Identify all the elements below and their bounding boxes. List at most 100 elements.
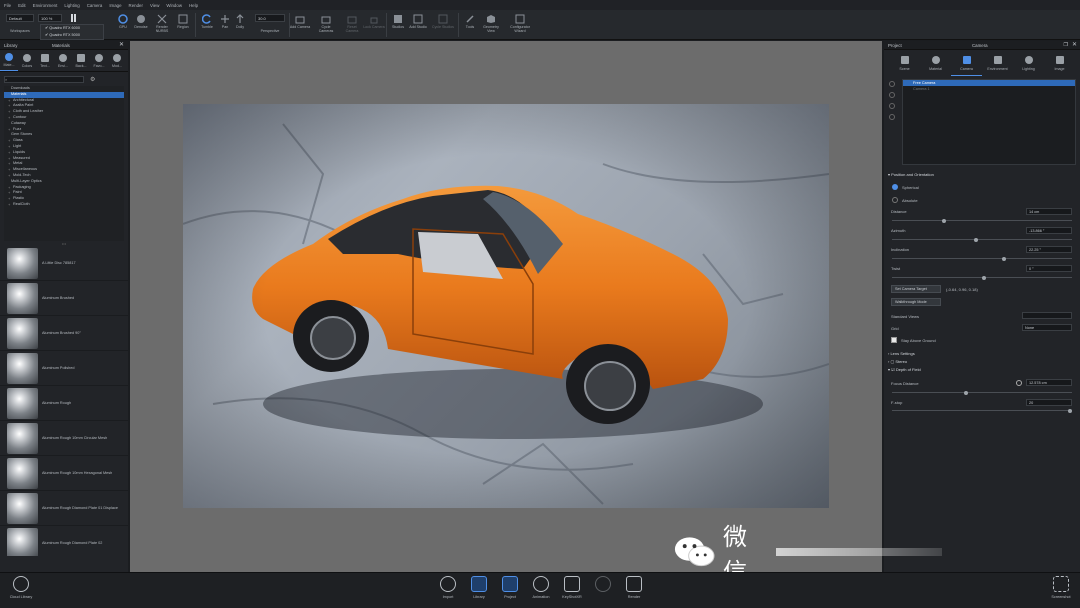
- geometry-view-button[interactable]: Geometry View: [480, 12, 502, 38]
- stay-above-ground-checkbox[interactable]: [891, 337, 897, 343]
- configurator-wizard-button[interactable]: Configurator Wizard: [506, 12, 534, 38]
- duplicate-camera-icon[interactable]: [889, 92, 895, 98]
- menu-camera[interactable]: Camera: [87, 3, 103, 8]
- close-icon[interactable]: ✕: [1072, 41, 1077, 50]
- studios-button[interactable]: Studios: [387, 12, 409, 38]
- library-button[interactable]: Library: [466, 576, 492, 606]
- tab-scene[interactable]: Scene: [889, 56, 920, 76]
- walkthrough-mode-button[interactable]: Walkthrough Mode: [891, 298, 941, 306]
- material-thumbnail-item[interactable]: A Little Disc 785817: [0, 246, 128, 281]
- distance-slider[interactable]: [892, 218, 1072, 223]
- material-thumbnail-item[interactable]: Aluminum Rough Diamond Plate 02: [0, 526, 128, 556]
- set-camera-target-button[interactable]: Set Camera Target: [891, 285, 941, 293]
- keyshotxr-button[interactable]: KeyShotXR: [559, 576, 585, 606]
- section-stereo[interactable]: › ▢ Stereo: [888, 359, 907, 364]
- menu-environment[interactable]: Environment: [33, 3, 58, 8]
- menu-lighting[interactable]: Lighting: [64, 3, 79, 8]
- add-camera-icon[interactable]: [889, 81, 895, 87]
- fstop-slider-knob[interactable]: [1068, 408, 1072, 413]
- section-lens-settings[interactable]: › Lens Settings: [888, 351, 915, 356]
- region-button[interactable]: Region: [172, 12, 194, 38]
- twist-input[interactable]: 0 °: [1026, 265, 1072, 272]
- fstop-input[interactable]: 20: [1026, 399, 1072, 406]
- tab-material[interactable]: Material: [920, 56, 951, 76]
- inclination-slider[interactable]: [892, 256, 1072, 261]
- gpu-dropdown[interactable]: ✔ Quadro RTX 6000 ✔ Quadro RTX 5000: [40, 24, 104, 40]
- material-thumbnail-item[interactable]: Aluminum Brushed: [0, 281, 128, 316]
- tab-backplates[interactable]: Back...: [72, 50, 90, 71]
- lock-camera-button[interactable]: Lock Camera: [363, 12, 385, 38]
- tab-environments[interactable]: Envi...: [54, 50, 72, 71]
- render-image[interactable]: [183, 104, 829, 508]
- material-thumbnail-item[interactable]: Aluminum Rough Diamond Plate 01 Displace: [0, 491, 128, 526]
- twist-slider[interactable]: [892, 275, 1072, 280]
- tools-button[interactable]: Tools: [459, 12, 481, 38]
- cloud-library-button[interactable]: Cloud Library: [6, 576, 36, 606]
- tab-materials[interactable]: Mate...: [0, 50, 18, 71]
- lock-camera-icon[interactable]: [889, 114, 895, 120]
- azimuth-slider-knob[interactable]: [974, 237, 978, 242]
- focus-distance-input[interactable]: 12.578 cm: [1026, 379, 1072, 386]
- material-thumbnail-item[interactable]: Aluminum Polished: [0, 351, 128, 386]
- add-studio-button[interactable]: Add Studio: [407, 12, 429, 38]
- menu-window[interactable]: Window: [166, 3, 182, 8]
- cycle-cameras-button[interactable]: Cycle Cameras: [315, 12, 337, 38]
- expand-icon[interactable]: +: [8, 202, 10, 208]
- tab-textures[interactable]: Text...: [36, 50, 54, 71]
- import-button[interactable]: Import: [435, 576, 461, 606]
- library-search-input[interactable]: ⌕: [4, 75, 84, 83]
- tree-item[interactable]: + RealCloth: [4, 202, 124, 208]
- dolly-button[interactable]: Dolly: [229, 12, 251, 38]
- tab-colors[interactable]: Colors: [18, 50, 36, 71]
- tab-camera[interactable]: Camera: [951, 56, 982, 76]
- standard-views-select[interactable]: [1022, 312, 1072, 319]
- fstop-slider[interactable]: [892, 408, 1072, 413]
- focus-distance-slider[interactable]: [892, 390, 1072, 395]
- material-thumbnail-item[interactable]: Aluminum Brushed 90°: [0, 316, 128, 351]
- add-camera-button[interactable]: Add Camera: [289, 12, 311, 38]
- screenshot-button[interactable]: Screenshot: [1046, 576, 1076, 606]
- tab-lighting[interactable]: Lighting: [1013, 56, 1044, 76]
- material-thumbnail-item[interactable]: Aluminum Rough 10mm Circular Mesh: [0, 421, 128, 456]
- fov-input[interactable]: 30.0: [255, 14, 285, 22]
- workspace-select[interactable]: Default: [6, 14, 34, 22]
- perspective-label[interactable]: Perspective: [252, 29, 288, 33]
- azimuth-input[interactable]: -13.866 °: [1026, 227, 1072, 234]
- inclination-slider-knob[interactable]: [1002, 256, 1006, 261]
- render-button[interactable]: Render: [621, 576, 647, 606]
- focus-slider-knob[interactable]: [964, 390, 968, 395]
- radio-absolute[interactable]: [892, 197, 898, 203]
- grid-select[interactable]: None: [1022, 324, 1072, 331]
- inclination-input[interactable]: 22.25 °: [1026, 246, 1072, 253]
- zoom-select[interactable]: 100 %: [38, 14, 62, 22]
- twist-slider-knob[interactable]: [982, 275, 986, 280]
- tab-image[interactable]: Image: [1044, 56, 1075, 76]
- animation-button[interactable]: Animation: [528, 576, 554, 606]
- menu-file[interactable]: File: [4, 3, 11, 8]
- section-position[interactable]: ▾ Position and Orientation: [888, 172, 934, 177]
- menu-view[interactable]: View: [150, 3, 159, 8]
- distance-slider-knob[interactable]: [942, 218, 946, 223]
- gpu-option-2[interactable]: ✔ Quadro RTX 5000: [41, 32, 103, 39]
- focus-picker-icon[interactable]: [1016, 380, 1022, 386]
- section-depth-of-field[interactable]: ▾ ☑ Depth of Field: [888, 367, 921, 372]
- undock-icon[interactable]: ❐: [1064, 41, 1068, 50]
- tab-environment[interactable]: Environment: [982, 56, 1013, 76]
- render-nurbs-button[interactable]: Render NURBS: [151, 12, 173, 38]
- delete-camera-icon[interactable]: [889, 103, 895, 109]
- radio-spherical[interactable]: [892, 184, 898, 190]
- camera-list-item-1[interactable]: Camera 1: [903, 86, 1075, 92]
- menu-render[interactable]: Render: [129, 3, 143, 8]
- gpu-option-1[interactable]: ✔ Quadro RTX 6000: [41, 25, 103, 32]
- tab-favorites[interactable]: Favo...: [90, 50, 108, 71]
- menu-help[interactable]: Help: [189, 3, 198, 8]
- pause-icon[interactable]: [66, 14, 80, 23]
- material-thumbnail-item[interactable]: Aluminum Rough 10mm Hexagonal Mesh: [0, 456, 128, 491]
- close-icon[interactable]: ✕: [119, 41, 124, 50]
- azimuth-slider[interactable]: [892, 237, 1072, 242]
- tab-models[interactable]: Mod...: [108, 50, 126, 71]
- keyvr-button[interactable]: [590, 576, 616, 606]
- cycle-studios-button[interactable]: Cycle Studios: [432, 12, 454, 38]
- reset-camera-button[interactable]: Reset Camera: [341, 12, 363, 38]
- library-tools-icon[interactable]: ⚙: [90, 76, 95, 83]
